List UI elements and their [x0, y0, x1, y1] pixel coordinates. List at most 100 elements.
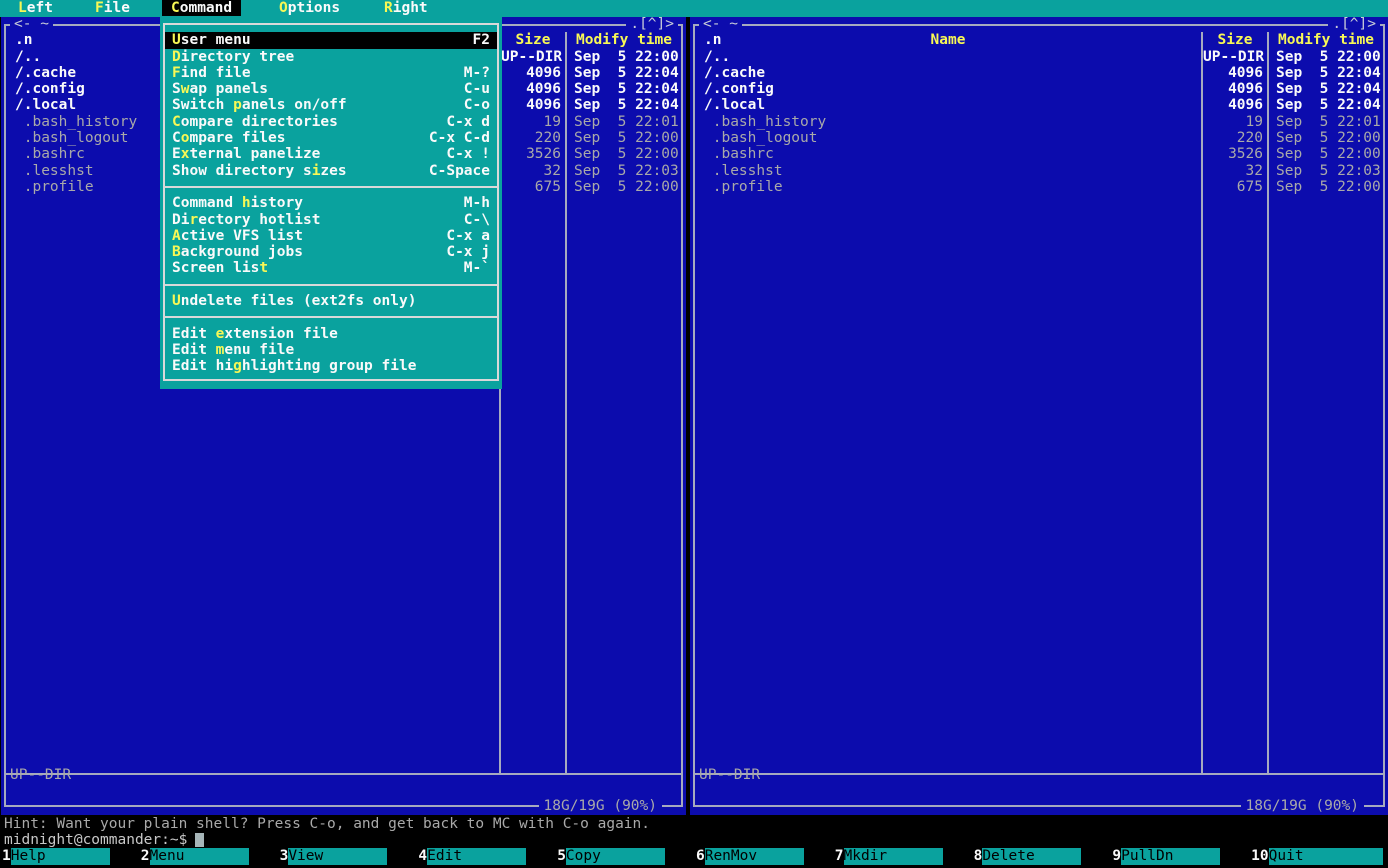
empty-size-cell	[1201, 668, 1267, 684]
empty-size-cell	[499, 342, 565, 358]
menubar-item-left[interactable]: Left	[9, 0, 62, 17]
file-row[interactable]: /.local4096Sep 5 22:04	[695, 97, 1383, 113]
file-row-empty	[695, 407, 1383, 423]
fkey-button-quit[interactable]: 10Quit	[1249, 848, 1388, 866]
file-row-empty	[695, 603, 1383, 619]
empty-size-cell	[1201, 440, 1267, 456]
menu-item[interactable]: External panelizeC-x !	[165, 146, 497, 162]
panel-nav-buttons[interactable]: .[^]>	[626, 17, 678, 32]
menubar-item-file[interactable]: File	[86, 0, 139, 17]
fkey-button-delete[interactable]: 8Delete	[972, 848, 1111, 866]
fkey-button-pulldn[interactable]: 9PullDn	[1110, 848, 1249, 866]
file-row[interactable]: .bash_history19Sep 5 22:01	[695, 114, 1383, 130]
file-row[interactable]: .bash_logout220Sep 5 22:00	[695, 130, 1383, 146]
size-column-header[interactable]: Size	[499, 32, 565, 48]
empty-size-cell	[1201, 228, 1267, 244]
menu-item[interactable]: Switch panels on/offC-o	[165, 97, 497, 113]
file-row[interactable]: /.cache4096Sep 5 22:04	[695, 65, 1383, 81]
fkey-button-copy[interactable]: 5Copy	[555, 848, 694, 866]
file-mtime: Sep 5 22:00	[1267, 179, 1383, 195]
fkey-button-view[interactable]: 3View	[278, 848, 417, 866]
menu-item[interactable]: User menuF2	[165, 32, 497, 48]
menu-item[interactable]: Background jobsC-x j	[165, 244, 497, 260]
empty-size-cell	[1201, 309, 1267, 325]
fkey-button-menu[interactable]: 2Menu	[139, 848, 278, 866]
file-row[interactable]: /.config4096Sep 5 22:04	[695, 81, 1383, 97]
menu-item-shortcut: C-Space	[429, 163, 490, 179]
file-row-empty	[695, 456, 1383, 472]
menu-item[interactable]: Find fileM-?	[165, 65, 497, 81]
menu-item[interactable]: Edit highlighting group file	[165, 358, 497, 374]
empty-mtime-cell	[1267, 407, 1383, 423]
file-row-empty	[695, 472, 1383, 488]
file-row[interactable]: .lesshst32Sep 5 22:03	[695, 163, 1383, 179]
menu-item[interactable]: Compare filesC-x C-d	[165, 130, 497, 146]
file-size: 3526	[499, 146, 565, 162]
empty-name-cell	[6, 391, 499, 407]
file-row-empty	[695, 391, 1383, 407]
empty-name-cell	[6, 407, 499, 423]
file-row-empty	[6, 717, 681, 733]
panel-nav-buttons[interactable]: .[^]>	[1328, 17, 1380, 32]
empty-size-cell	[1201, 212, 1267, 228]
file-row[interactable]: .profile675Sep 5 22:00	[695, 179, 1383, 195]
name-column-header[interactable]: .nName	[695, 32, 1201, 48]
file-row-empty	[6, 700, 681, 716]
empty-mtime-cell	[1267, 277, 1383, 293]
file-mtime: Sep 5 22:04	[565, 65, 681, 81]
empty-size-cell	[1201, 733, 1267, 749]
menu-item[interactable]: Command historyM-h	[165, 195, 497, 211]
size-column-header[interactable]: Size	[1201, 32, 1267, 48]
panel-right-border	[1383, 24, 1385, 807]
file-row[interactable]: /..UP--DIRSep 5 22:00	[695, 49, 1383, 65]
fkey-button-mkdir[interactable]: 7Mkdir	[833, 848, 972, 866]
file-row-empty	[695, 277, 1383, 293]
command-menu: User menuF2Directory treeFind fileM-?Swa…	[160, 16, 502, 389]
empty-mtime-cell	[1267, 570, 1383, 586]
empty-size-cell	[499, 652, 565, 668]
empty-name-cell	[6, 521, 499, 537]
file-row-empty	[695, 309, 1383, 325]
shell-prompt[interactable]: midnight@commander:~$	[4, 832, 204, 848]
menu-item[interactable]: Directory hotlistC-\	[165, 212, 497, 228]
mtime-column-header[interactable]: Modify time	[565, 32, 681, 48]
menu-item[interactable]: Show directory sizesC-Space	[165, 163, 497, 179]
menu-item[interactable]: Compare directoriesC-x d	[165, 114, 497, 130]
menu-item[interactable]: Undelete files (ext2fs only)	[165, 293, 497, 309]
empty-name-cell	[6, 619, 499, 635]
empty-mtime-cell	[1267, 293, 1383, 309]
file-row-empty	[695, 244, 1383, 260]
file-row[interactable]: .bashrc3526Sep 5 22:00	[695, 146, 1383, 162]
file-row-empty	[695, 619, 1383, 635]
fkey-button-renmov[interactable]: 6RenMov	[694, 848, 833, 866]
fkey-button-help[interactable]: 1Help	[0, 848, 139, 866]
panel-history-path[interactable]: <- ~	[699, 17, 742, 32]
empty-mtime-cell	[1267, 244, 1383, 260]
fkey-button-edit[interactable]: 4Edit	[416, 848, 555, 866]
menu-item-label: Directory tree	[172, 49, 294, 65]
menu-item[interactable]: Directory tree	[165, 49, 497, 65]
file-mtime: Sep 5 22:04	[1267, 65, 1383, 81]
empty-mtime-cell	[565, 277, 681, 293]
menubar-item-command[interactable]: Command	[162, 0, 241, 17]
empty-name-cell	[695, 635, 1201, 651]
menu-item[interactable]: Screen listM-`	[165, 260, 497, 276]
panel-history-path[interactable]: <- ~	[10, 17, 53, 32]
menubar-item-options[interactable]: Options	[270, 0, 349, 17]
menu-item[interactable]: Swap panelsC-u	[165, 81, 497, 97]
empty-size-cell	[1201, 652, 1267, 668]
file-row-empty	[6, 423, 681, 439]
file-mtime: Sep 5 22:01	[1267, 114, 1383, 130]
menu-item[interactable]: Edit menu file	[165, 342, 497, 358]
empty-mtime-cell	[565, 603, 681, 619]
menubar-item-right[interactable]: Right	[375, 0, 437, 17]
file-row-empty	[695, 212, 1383, 228]
file-size: 4096	[499, 97, 565, 113]
menu-item[interactable]: Active VFS listC-x a	[165, 228, 497, 244]
file-row-empty	[695, 342, 1383, 358]
empty-mtime-cell	[1267, 195, 1383, 211]
terminal-cursor	[195, 833, 204, 847]
menu-item-label: Edit extension file	[172, 326, 338, 342]
mtime-column-header[interactable]: Modify time	[1267, 32, 1383, 48]
menu-item[interactable]: Edit extension file	[165, 326, 497, 342]
